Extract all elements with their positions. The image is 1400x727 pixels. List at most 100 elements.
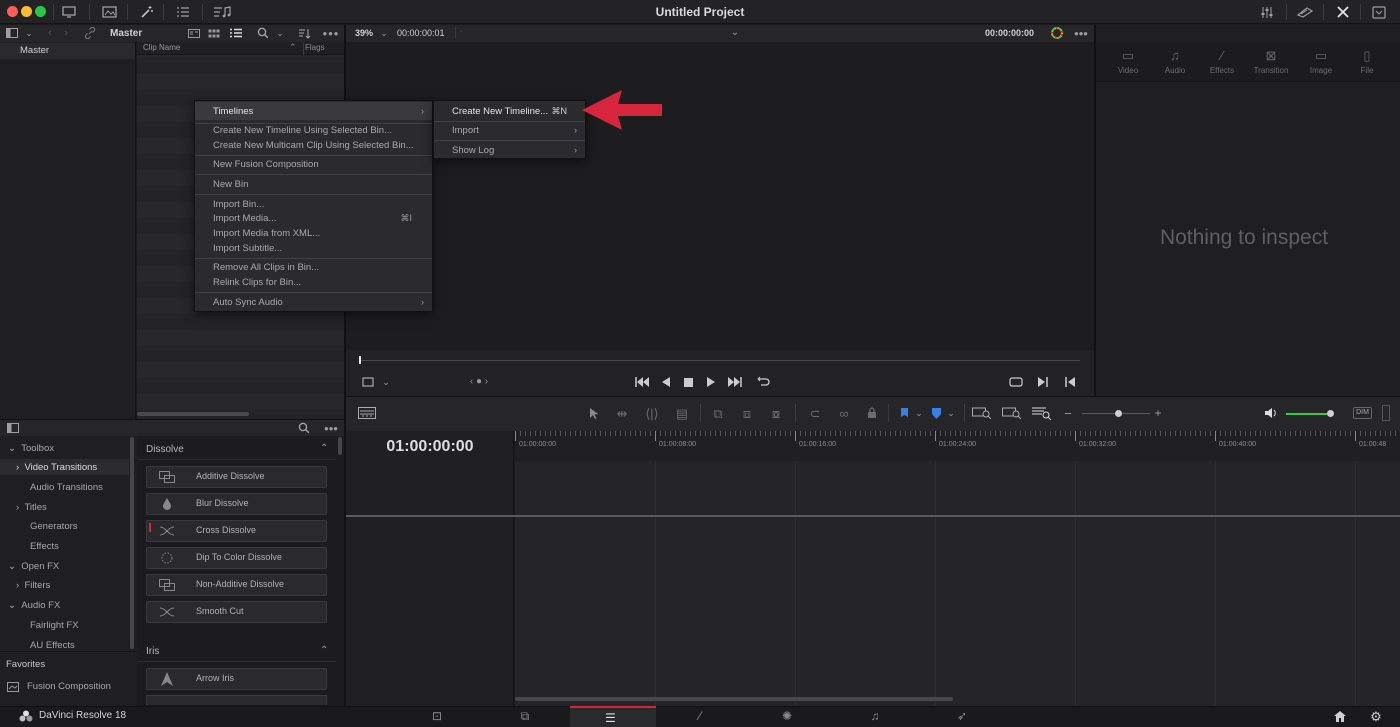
zoom-detail-icon[interactable]	[1001, 405, 1023, 421]
search-icon[interactable]	[256, 26, 270, 40]
page-fairlight-tab[interactable]: ♫	[855, 706, 895, 726]
page-color-tab[interactable]: ✺	[767, 706, 807, 726]
tree-video-transitions[interactable]: › Video Transitions	[16, 462, 97, 473]
menu-item-import-subtitle[interactable]: Import Subtitle...	[195, 241, 432, 256]
tree-generators[interactable]: Generators	[30, 521, 78, 532]
marker-dropdown-icon[interactable]: ⌄	[945, 405, 957, 421]
viewer-canvas[interactable]	[346, 42, 1094, 350]
tree-titles[interactable]: › Titles	[16, 502, 47, 513]
thumbnail-view-icon[interactable]	[207, 26, 221, 40]
metadata-icon[interactable]	[1296, 4, 1314, 20]
linked-selection-icon[interactable]: ∞	[835, 405, 853, 421]
menu-item-auto-sync-audio[interactable]: Auto Sync Audio ›	[195, 295, 432, 310]
effect-item-partial[interactable]	[146, 695, 327, 705]
inspector-icon[interactable]	[1334, 4, 1352, 20]
timeline-scrollbar[interactable]	[515, 697, 953, 701]
menu-item-timelines[interactable]: Timelines ›	[195, 104, 432, 119]
tab-transition[interactable]: ⊠ Transition	[1247, 48, 1295, 75]
sort-icon[interactable]	[296, 26, 312, 40]
page-edit-tab[interactable]: ☰	[570, 706, 656, 727]
zoom-level[interactable]: 39%	[355, 28, 373, 38]
position-lock-icon[interactable]	[863, 405, 881, 421]
column-clip-name[interactable]: Clip Name	[143, 43, 180, 52]
record-timecode[interactable]: 00:00:00:00	[985, 28, 1034, 38]
first-frame-icon[interactable]	[634, 375, 650, 389]
page-deliver-tab[interactable]: ➶	[942, 706, 982, 726]
zoom-out-icon[interactable]: −	[1061, 405, 1075, 421]
mixer-icon[interactable]	[1258, 4, 1276, 20]
favorite-fusion-composition[interactable]: Fusion Composition	[27, 681, 111, 692]
menu-item-import-media-xml[interactable]: Import Media from XML...	[195, 226, 432, 241]
zoom-dropdown-icon[interactable]: ⌄	[378, 26, 390, 40]
safe-area-icon[interactable]	[360, 375, 376, 389]
effect-non-additive-dissolve[interactable]: Non-Additive Dissolve	[146, 574, 327, 596]
scrubber-playhead[interactable]	[359, 356, 361, 364]
overwrite-clip-icon[interactable]: ⧈	[737, 405, 757, 421]
source-timecode[interactable]: 00:00:00:01	[397, 28, 445, 38]
last-frame-icon[interactable]	[727, 375, 743, 389]
color-wheel-icon[interactable]	[1048, 26, 1066, 40]
maximize-window-button[interactable]	[35, 6, 46, 17]
play-reverse-icon[interactable]	[660, 375, 672, 389]
collapse-section-icon[interactable]: ⌃	[320, 443, 328, 454]
submenu-import[interactable]: Import ›	[434, 123, 585, 138]
insert-clip-icon[interactable]: ⧉	[708, 405, 728, 421]
collapse-panel-icon[interactable]	[1370, 4, 1388, 20]
dynamic-trim-icon[interactable]: ⟨|⟩	[642, 405, 662, 421]
metadata-view-icon[interactable]	[187, 26, 201, 40]
timeline-dropdown-icon[interactable]: ⌄	[728, 26, 742, 40]
search-dropdown-icon[interactable]: ⌄	[274, 26, 286, 40]
sidebar-dropdown-icon[interactable]: ⌄	[22, 26, 36, 40]
home-icon[interactable]	[1332, 709, 1348, 723]
menu-item-create-timeline-selected-bin[interactable]: Create New Timeline Using Selected Bin..…	[195, 123, 432, 138]
tree-toolbox[interactable]: ⌄ Toolbox	[8, 443, 54, 454]
tree-fairlight-fx[interactable]: Fairlight FX	[30, 620, 79, 631]
tree-open-fx[interactable]: ⌄ Open FX	[8, 561, 59, 572]
page-cut-tab[interactable]: ⧉	[505, 706, 545, 726]
previous-edit-icon[interactable]	[1063, 375, 1077, 389]
match-frame-icon[interactable]	[1008, 375, 1024, 389]
effects-options-icon[interactable]: •••	[321, 421, 341, 435]
loop-icon[interactable]	[755, 375, 771, 389]
effect-smooth-cut[interactable]: Smooth Cut	[146, 601, 327, 623]
selection-tool-icon[interactable]	[586, 405, 600, 421]
effect-dip-to-color-dissolve[interactable]: Dip To Color Dissolve	[146, 547, 327, 569]
close-window-button[interactable]	[7, 6, 18, 17]
effect-arrow-iris[interactable]: Arrow Iris	[146, 668, 327, 690]
sound-library-icon[interactable]	[212, 4, 232, 20]
timeline-timecode[interactable]: 01:00:00:00	[346, 438, 514, 456]
sidebar-item-master[interactable]: Master	[0, 43, 135, 59]
link-icon[interactable]	[82, 26, 98, 40]
tab-image[interactable]: ▭ Image	[1297, 48, 1345, 75]
zoom-in-icon[interactable]: +	[1151, 405, 1165, 421]
replace-clip-icon[interactable]: ⧇	[766, 405, 786, 421]
media-pool-options-icon[interactable]: •••	[322, 26, 340, 40]
next-edit-icon[interactable]	[1036, 375, 1050, 389]
tree-audio-transitions[interactable]: Audio Transitions	[30, 482, 103, 493]
menu-item-relink-clips[interactable]: Relink Clips for Bin...	[195, 275, 432, 290]
safe-area-dropdown-icon[interactable]: ⌄	[380, 375, 392, 389]
blade-tool-icon[interactable]: ▤	[672, 405, 692, 421]
tree-scrollbar[interactable]	[130, 437, 134, 649]
effects-search-icon[interactable]	[297, 421, 311, 435]
submenu-show-log[interactable]: Show Log ›	[434, 143, 585, 158]
media-pool-toggle-icon[interactable]	[60, 4, 78, 20]
volume-icon[interactable]	[1262, 405, 1280, 421]
viewer-options-icon[interactable]: •••	[1072, 26, 1090, 40]
flag-dropdown-icon[interactable]: ⌄	[913, 405, 925, 421]
page-media-tab[interactable]: ⊡	[417, 706, 457, 726]
list-view-icon[interactable]	[229, 26, 243, 40]
menu-item-new-bin[interactable]: New Bin	[195, 177, 432, 192]
effect-additive-dissolve[interactable]: Additive Dissolve	[146, 466, 327, 488]
edit-index-icon[interactable]	[174, 4, 192, 20]
tab-audio[interactable]: ♫ Audio	[1151, 48, 1199, 75]
submenu-create-new-timeline[interactable]: Create New Timeline... ⌘N	[434, 104, 585, 119]
zoom-slider-handle[interactable]	[1115, 410, 1122, 417]
tree-audio-fx[interactable]: ⌄ Audio FX	[8, 600, 60, 611]
collapse-section-icon[interactable]: ⌃	[320, 645, 328, 656]
tab-file[interactable]: ▯ File	[1343, 48, 1391, 75]
volume-handle[interactable]	[1327, 410, 1334, 417]
effects-sidebar-toggle-icon[interactable]	[5, 421, 21, 435]
timeline-tracks[interactable]	[515, 461, 1400, 706]
tree-au-effects[interactable]: AU Effects	[30, 640, 75, 651]
